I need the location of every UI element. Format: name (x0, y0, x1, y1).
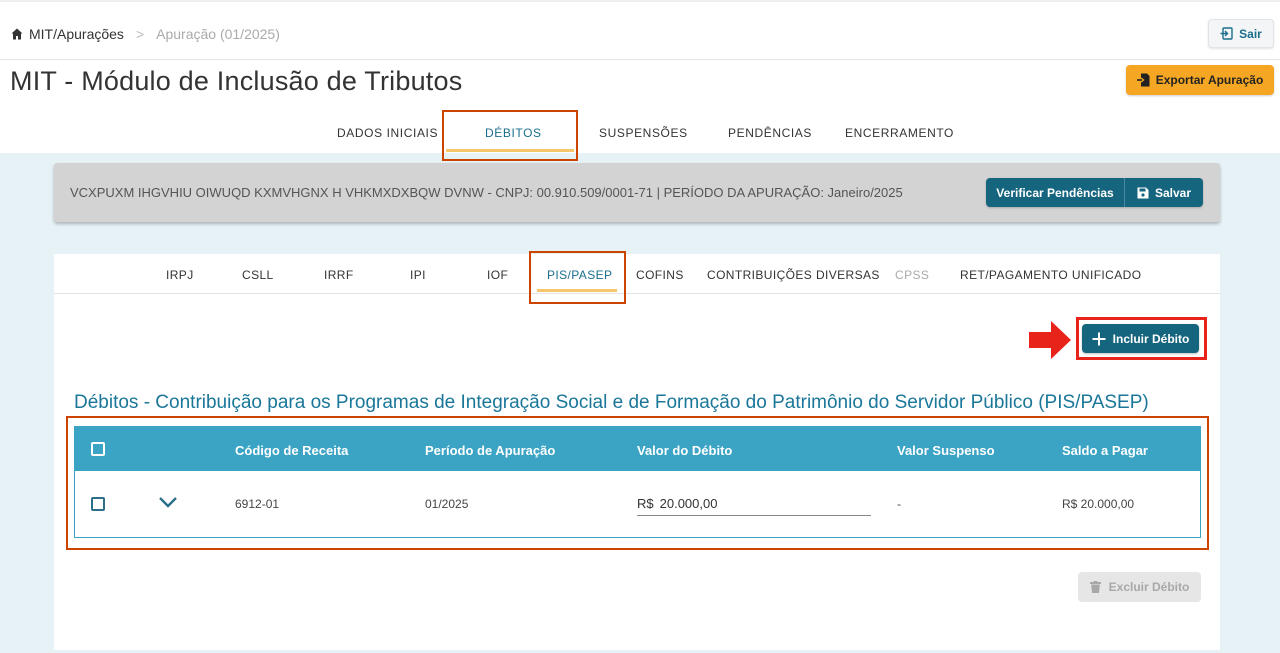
cell-codigo-receita: 6912-01 (235, 497, 280, 511)
header-codigo-receita: Código de Receita (235, 443, 349, 458)
debits-table: Código de Receita Período de Apuração Va… (74, 426, 1201, 538)
delete-debit-button[interactable]: Excluir Débito (1078, 572, 1201, 602)
tab-contribuicoes-diversas[interactable]: CONTRIBUIÇÕES DIVERSAS (707, 268, 880, 282)
info-actions: Verificar Pendências Salvar (986, 178, 1203, 207)
content-card: IRPJ CSLL IRRF IPI IOF PIS/PASEP COFINS … (54, 251, 1220, 650)
tab-encerramento[interactable]: ENCERRAMENTO (845, 126, 954, 140)
breadcrumb: MIT/Apurações > Apuração (01/2025) (11, 26, 280, 42)
header-valor-suspenso: Valor Suspenso (897, 443, 995, 458)
tab-dados-iniciais[interactable]: DADOS INICIAIS (337, 126, 438, 140)
export-file-icon (1136, 73, 1150, 87)
tab-cofins[interactable]: COFINS (636, 268, 684, 282)
breadcrumb-separator: > (135, 26, 145, 42)
main-tabs: DADOS INICIAIS DÉBITOS SUSPENSÕES PENDÊN… (0, 112, 1280, 153)
tab-ipi[interactable]: IPI (410, 268, 426, 282)
tab-iof[interactable]: IOF (487, 268, 508, 282)
tab-csll[interactable]: CSLL (242, 268, 274, 282)
header-valor-debito: Valor do Débito (637, 443, 733, 458)
breadcrumb-current: Apuração (01/2025) (156, 26, 280, 42)
header-saldo-pagar: Saldo a Pagar (1062, 443, 1148, 458)
table-row: 6912-01 01/2025 R$ 20.000,00 - R$ 20.000,… (75, 471, 1200, 537)
verify-pending-button[interactable]: Verificar Pendências (986, 178, 1124, 207)
exit-button-label: Sair (1239, 26, 1262, 41)
save-button[interactable]: Salvar (1124, 178, 1203, 207)
currency-prefix: R$ (637, 496, 654, 511)
tribute-tabs: IRPJ CSLL IRRF IPI IOF PIS/PASEP COFINS … (54, 254, 1220, 294)
include-debit-label: Incluir Débito (1112, 331, 1190, 346)
select-all-checkbox[interactable] (91, 442, 105, 456)
tab-suspensoes[interactable]: SUSPENSÕES (599, 126, 688, 140)
tab-pendencias[interactable]: PENDÊNCIAS (728, 126, 812, 140)
cell-periodo-apuracao: 01/2025 (425, 497, 469, 511)
include-debit-button[interactable]: Incluir Débito (1082, 324, 1199, 353)
tab-cpss: CPSS (895, 268, 930, 282)
breadcrumb-home-link[interactable]: MIT/Apurações (29, 26, 124, 42)
exit-button[interactable]: Sair (1208, 19, 1274, 48)
row-checkbox[interactable] (91, 497, 105, 511)
export-button-label: Exportar Apuração (1155, 73, 1264, 87)
plus-icon (1092, 332, 1106, 345)
chevron-down-icon[interactable] (158, 495, 178, 509)
page-title: MIT - Módulo de Inclusão de Tributos (10, 66, 463, 96)
info-bar: VCXPUXM IHGVHIU OIWUQD KXMVHGNX H VHKMXD… (54, 163, 1220, 222)
tab-ret-pagamento-unificado[interactable]: RET/PAGAMENTO UNIFICADO (960, 268, 1141, 282)
section-title: Débitos - Contribuição para os Programas… (74, 392, 1149, 413)
highlight-box-pis-tab (529, 251, 626, 304)
table-header: Código de Receita Período de Apuração Va… (75, 427, 1200, 471)
red-arrow-icon (1029, 321, 1071, 359)
export-button[interactable]: Exportar Apuração (1126, 65, 1274, 95)
cell-saldo-pagar: R$ 20.000,00 (1062, 497, 1135, 511)
tab-irpj[interactable]: IRPJ (166, 268, 194, 282)
delete-debit-label: Excluir Débito (1108, 580, 1190, 594)
cell-valor-suspenso: - (897, 497, 901, 511)
valor-debito-value: 20.000,00 (659, 496, 718, 511)
trash-icon (1089, 581, 1101, 593)
header-periodo-apuracao: Período de Apuração (425, 443, 556, 458)
exit-icon (1220, 27, 1233, 40)
home-icon[interactable] (11, 28, 23, 40)
highlight-box-debitos-tab (442, 110, 578, 161)
header-divider (0, 59, 1280, 60)
top-bar: MIT/Apurações > Apuração (01/2025) Sair … (0, 0, 1280, 153)
valor-debito-input[interactable]: R$ 20.000,00 (637, 494, 871, 516)
info-bar-text: VCXPUXM IHGVHIU OIWUQD KXMVHGNX H VHKMXD… (70, 185, 903, 200)
tab-irrf[interactable]: IRRF (324, 268, 354, 282)
save-icon (1137, 187, 1149, 198)
top-line (0, 0, 1280, 2)
save-button-label: Salvar (1154, 185, 1192, 200)
